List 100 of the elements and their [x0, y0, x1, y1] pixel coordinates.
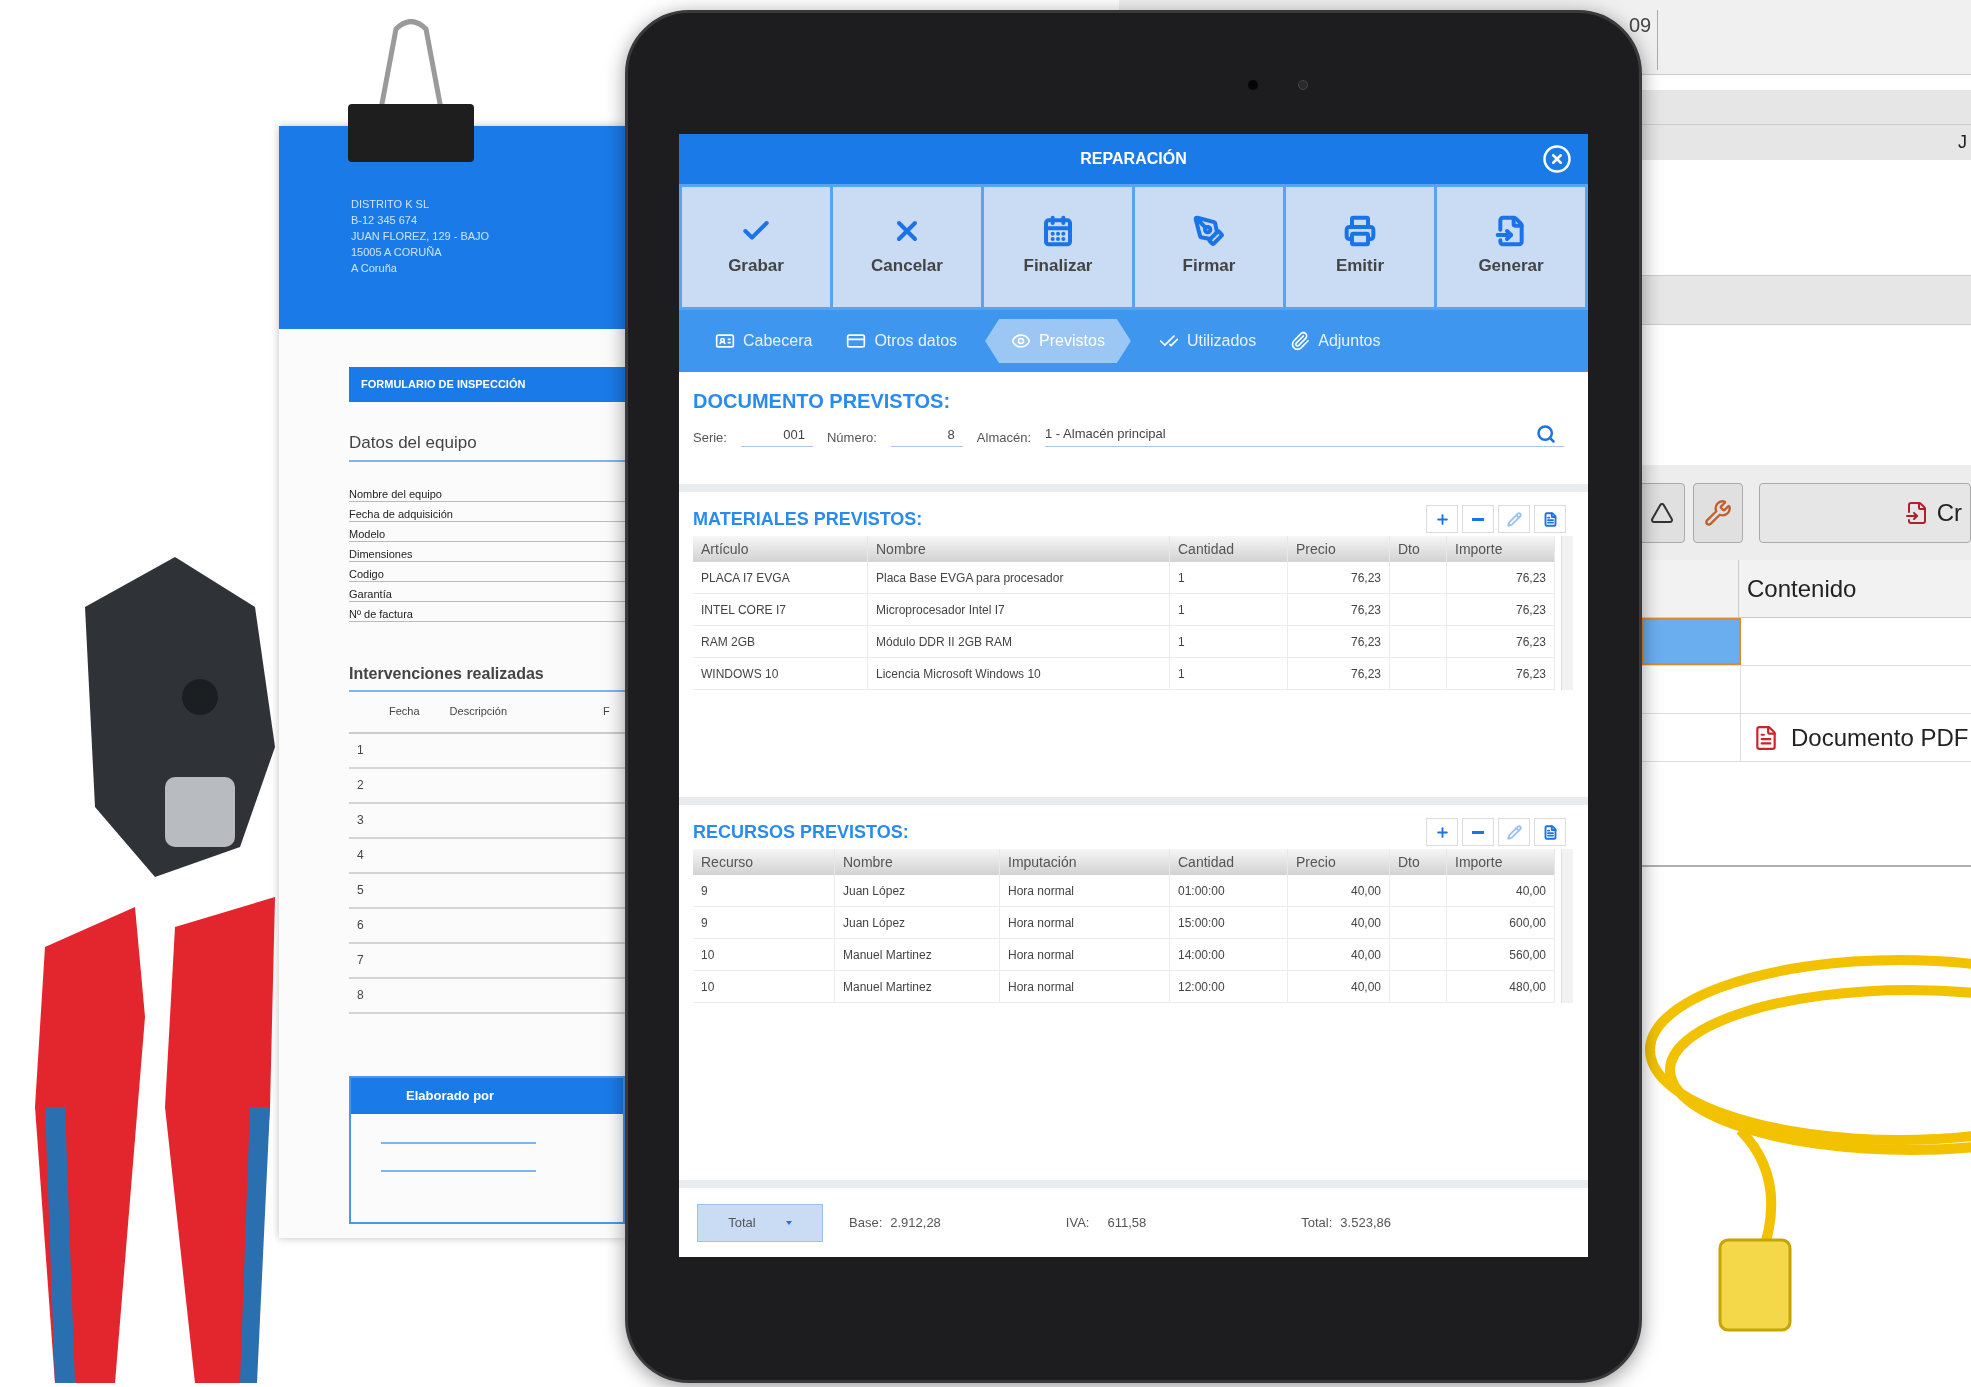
- table-cell: 560,00: [1447, 939, 1555, 971]
- close-icon[interactable]: [1542, 144, 1572, 174]
- column-header[interactable]: Dto: [1390, 536, 1447, 562]
- column-header[interactable]: Importe: [1447, 536, 1555, 562]
- column-header: Descripción: [449, 704, 508, 720]
- pencil-icon: [1506, 824, 1522, 840]
- column-header[interactable]: Nombre: [868, 536, 1170, 562]
- document-button[interactable]: [1534, 505, 1566, 533]
- table-cell: Módulo DDR II 2GB RAM: [868, 626, 1170, 658]
- toolbar-button[interactable]: Grabar: [682, 187, 830, 307]
- minus-icon: [1472, 830, 1484, 834]
- table-cell: 12:00:00: [1170, 971, 1288, 1003]
- table-cell: Microprocesador Intel I7: [868, 594, 1170, 626]
- iva-value: 611,58: [1107, 1213, 1147, 1232]
- column-header[interactable]: Artículo: [693, 536, 868, 562]
- row-number: 8: [357, 987, 364, 1004]
- table-cell: 40,00: [1447, 875, 1555, 907]
- address-line: DISTRITO K SL: [351, 197, 431, 212]
- row-number: 1: [357, 742, 364, 759]
- column-header[interactable]: Precio: [1288, 849, 1390, 875]
- table-cell: 76,23: [1288, 562, 1390, 594]
- table-cell-text: Documento PDF: [1791, 722, 1969, 753]
- table-cell: 9: [693, 907, 835, 939]
- scrollbar[interactable]: [1561, 536, 1573, 690]
- iva-label: IVA:: [1065, 1213, 1090, 1232]
- signature-title: Elaborado por: [406, 1086, 495, 1105]
- field-label: Fecha de adquisición: [349, 506, 453, 521]
- section-title: RECURSOS PREVISTOS:: [693, 820, 909, 844]
- toolbar-button[interactable]: Cancelar: [833, 187, 981, 307]
- column-header: Contenido: [1746, 573, 1857, 604]
- table-cell: 1: [1170, 626, 1288, 658]
- eject-icon: [1650, 500, 1675, 525]
- toolbar-button[interactable]: Firmar: [1135, 187, 1283, 307]
- column-header[interactable]: Cantidad: [1170, 536, 1288, 562]
- table-cell: 40,00: [1288, 971, 1390, 1003]
- plus-icon: [1434, 824, 1450, 840]
- column-header[interactable]: Nombre: [835, 849, 1000, 875]
- eye-icon: [1011, 331, 1032, 351]
- table-cell: 9: [693, 875, 835, 907]
- table-cell: Licencia Microsoft Windows 10: [868, 658, 1170, 690]
- table-cell: RAM 2GB: [693, 626, 868, 658]
- table-cell: 76,23: [1447, 626, 1555, 658]
- address-line: B-12 345 674: [351, 213, 419, 228]
- search-icon[interactable]: [1536, 424, 1556, 444]
- printer-icon: [1344, 215, 1376, 248]
- column-header[interactable]: Cantidad: [1170, 849, 1288, 875]
- column-header[interactable]: Imputación: [1000, 849, 1170, 875]
- column-header: F: [603, 704, 610, 720]
- input-field[interactable]: 001: [740, 424, 813, 447]
- address-line: 15005 A CORUÑA: [351, 245, 443, 260]
- section-title: Datos del equipo: [349, 432, 478, 454]
- column-header[interactable]: Precio: [1288, 536, 1390, 562]
- table-cell: Manuel Martinez: [835, 971, 1000, 1003]
- table-cell: Placa Base EVGA para procesador: [868, 562, 1170, 594]
- toolbar-button[interactable]: Emitir: [1286, 187, 1434, 307]
- minus-icon: [1472, 517, 1484, 521]
- table-cell: WINDOWS 10: [693, 658, 868, 690]
- add-button[interactable]: [1426, 505, 1458, 533]
- cell-text: 09: [1629, 13, 1652, 38]
- toolbar-button[interactable]: [1639, 482, 1686, 543]
- section-title: Intervenciones realizadas: [349, 663, 545, 684]
- column-header[interactable]: Recurso: [693, 849, 835, 875]
- column-header[interactable]: Dto: [1390, 849, 1447, 875]
- toolbar-button[interactable]: Generar: [1437, 187, 1585, 307]
- table-cell: 76,23: [1447, 658, 1555, 690]
- field-label: Nombre del equipo: [349, 486, 442, 501]
- total-dropdown[interactable]: Total: [697, 1203, 823, 1242]
- column-header[interactable]: Importe: [1447, 849, 1555, 875]
- table-cell: 76,23: [1288, 626, 1390, 658]
- input-field[interactable]: 8: [890, 424, 963, 447]
- table-cell: 600,00: [1447, 907, 1555, 939]
- table-cell: 76,23: [1447, 594, 1555, 626]
- base-value: 2.912,28: [890, 1213, 941, 1232]
- remove-button[interactable]: [1462, 505, 1494, 533]
- table-cell: 40,00: [1288, 875, 1390, 907]
- table-cell: 76,23: [1288, 658, 1390, 690]
- table-cell: 01:00:00: [1170, 875, 1288, 907]
- table-cell: Hora normal: [1000, 907, 1170, 939]
- row-number: 3: [357, 812, 364, 829]
- document-button[interactable]: [1534, 818, 1566, 846]
- total-label: Total:: [1301, 1213, 1333, 1232]
- field-label: Almacén:: [976, 428, 1032, 447]
- table-cell: Hora normal: [1000, 875, 1170, 907]
- field-label: Nº de factura: [349, 606, 413, 621]
- scrollbar[interactable]: [1561, 849, 1573, 1003]
- input-field[interactable]: 1 - Almacén principal: [1045, 424, 1564, 447]
- pdf-icon: [1753, 724, 1779, 751]
- cell-text: J: [1958, 131, 1967, 154]
- table-cell: INTEL CORE I7: [693, 594, 868, 626]
- table-cell[interactable]: [1642, 618, 1741, 665]
- create-button[interactable]: Cr: [1759, 482, 1971, 543]
- file-arrow-icon: [1904, 500, 1929, 525]
- caret-icon: [785, 1220, 792, 1225]
- column-header: Fecha: [389, 704, 420, 720]
- field-label: Codigo: [349, 566, 384, 581]
- remove-button[interactable]: [1462, 818, 1494, 846]
- window-title: REPARACIÓN: [1080, 148, 1187, 169]
- field-label: Número:: [826, 428, 877, 447]
- toolbar-button[interactable]: Finalizar: [984, 187, 1132, 307]
- add-button[interactable]: [1426, 818, 1458, 846]
